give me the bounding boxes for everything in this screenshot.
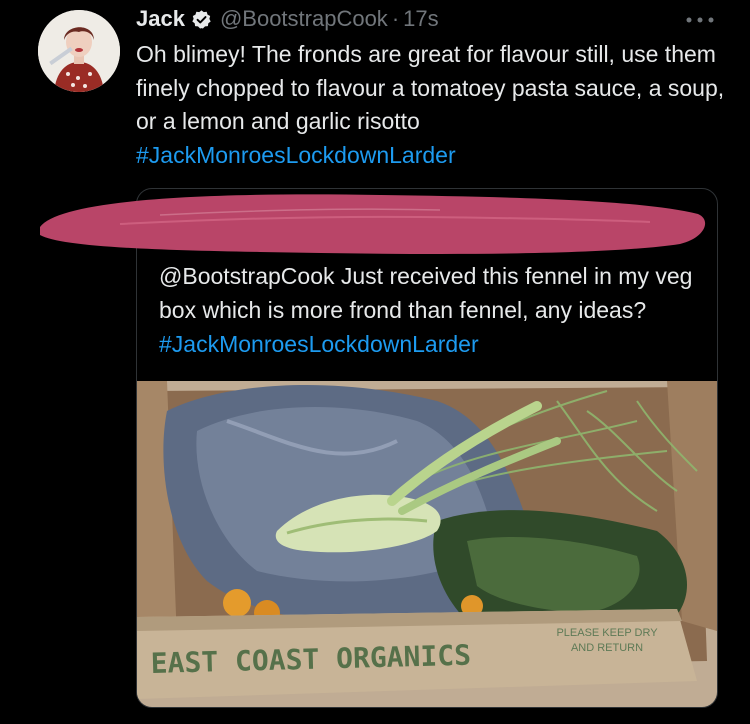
author-name[interactable]: Jack [136,6,185,32]
tweet-body: Oh blimey! The fronds are great for flav… [136,41,725,134]
timestamp[interactable]: 17s [403,6,438,32]
verified-badge-icon [191,9,212,30]
tweet-text: Oh blimey! The fronds are great for flav… [136,38,726,172]
more-options-icon[interactable] [682,10,718,30]
quoted-hashtag-link[interactable]: #JackMonroesLockdownLarder [159,331,479,357]
author-handle[interactable]: @BootstrapCook [220,6,388,32]
box-note-line1: PLEASE KEEP DRY [556,627,658,639]
separator-dot: · [391,6,400,31]
avatar[interactable] [38,10,120,92]
quoted-tweet-body: @BootstrapCook Just received this fennel… [159,263,693,323]
quoted-tweet-card[interactable]: @BootstrapCook Just received this fennel… [136,188,718,708]
avatar-image [38,10,120,92]
box-note-line2: AND RETURN [571,642,643,654]
quoted-tweet-text: @BootstrapCook Just received this fennel… [159,259,704,361]
tweet-header: Jack @BootstrapCook · 17s [136,4,439,34]
fennel-box-photo[interactable]: EAST COAST ORGANICS PLEASE KEEP DRY AND … [137,381,717,707]
tweet-hashtag-link[interactable]: #JackMonroesLockdownLarder [136,142,456,168]
